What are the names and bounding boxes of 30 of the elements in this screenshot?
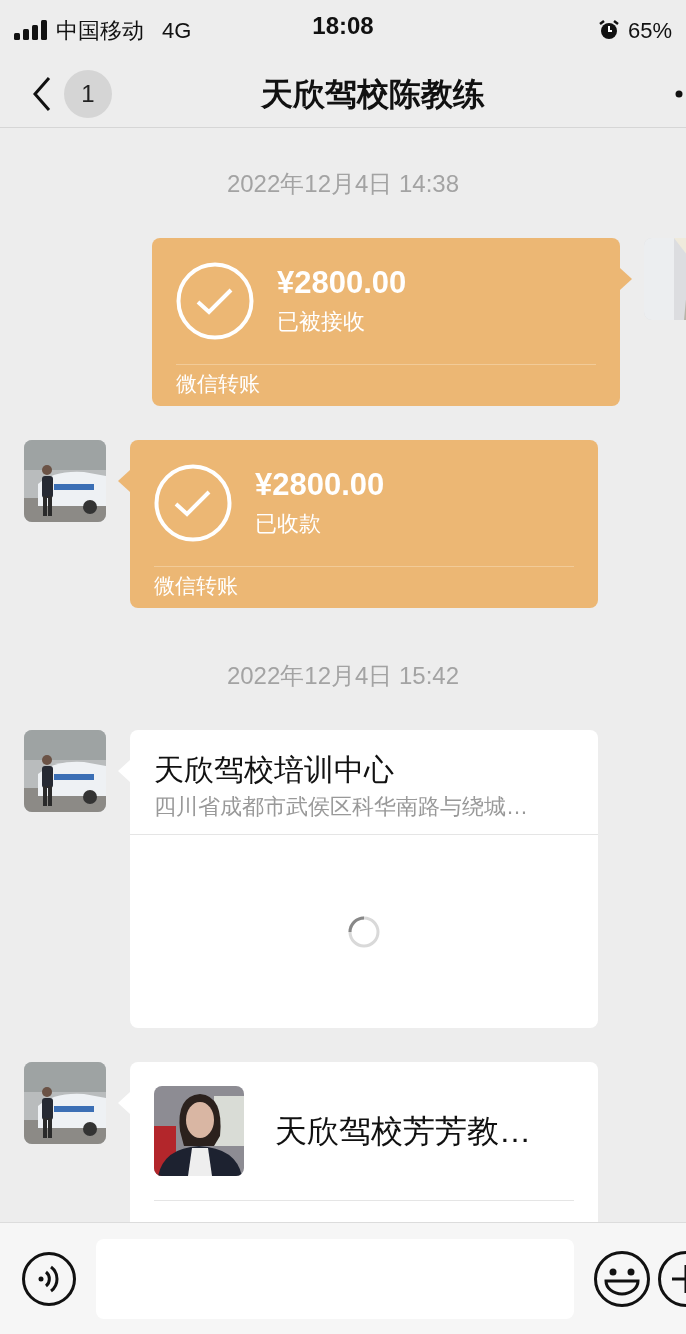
battery-percent: 65% <box>627 16 672 45</box>
emoji-icon[interactable] <box>594 1250 650 1307</box>
alarm-icon <box>597 19 620 41</box>
back-icon[interactable] <box>32 75 52 112</box>
transfer-label: 微信转账 <box>154 573 239 599</box>
transfer-amount: ¥2800.00 <box>277 265 407 301</box>
more-icon[interactable] <box>675 89 683 98</box>
contact-card[interactable]: 天欣驾校芳芳教… <box>130 1062 598 1222</box>
check-circle-icon <box>176 262 254 340</box>
location-title: 天欣驾校培训中心 <box>153 752 395 788</box>
carrier-name: 中国移动 <box>56 16 144 45</box>
bubble-tail <box>620 268 632 290</box>
loading-spinner-icon <box>348 915 380 948</box>
timestamp: 2022年12月4日 14:38 <box>226 169 460 199</box>
transfer-status: 已被接收 <box>277 308 366 336</box>
bubble-tail <box>118 470 130 492</box>
chat-title: 天欣驾校陈教练 <box>260 74 486 114</box>
transfer-status: 已收款 <box>255 510 322 538</box>
location-card[interactable]: 天欣驾校培训中心 四川省成都市武侯区科华南路与绕城… <box>130 730 598 1028</box>
clock-time: 18:08 <box>312 12 374 39</box>
check-circle-icon <box>154 464 232 542</box>
unread-count-badge: 1 <box>64 69 112 118</box>
voice-icon[interactable] <box>22 1251 76 1306</box>
network-type: 4G <box>162 16 192 45</box>
location-address: 四川省成都市武侯区科华南路与绕城… <box>153 793 529 821</box>
transfer-amount: ¥2800.00 <box>255 467 385 503</box>
timestamp: 2022年12月4日 15:42 <box>226 661 460 691</box>
transfer-label: 微信转账 <box>176 371 261 397</box>
signal-icon <box>14 20 48 40</box>
contact-name: 天欣驾校芳芳教… <box>275 1112 531 1151</box>
